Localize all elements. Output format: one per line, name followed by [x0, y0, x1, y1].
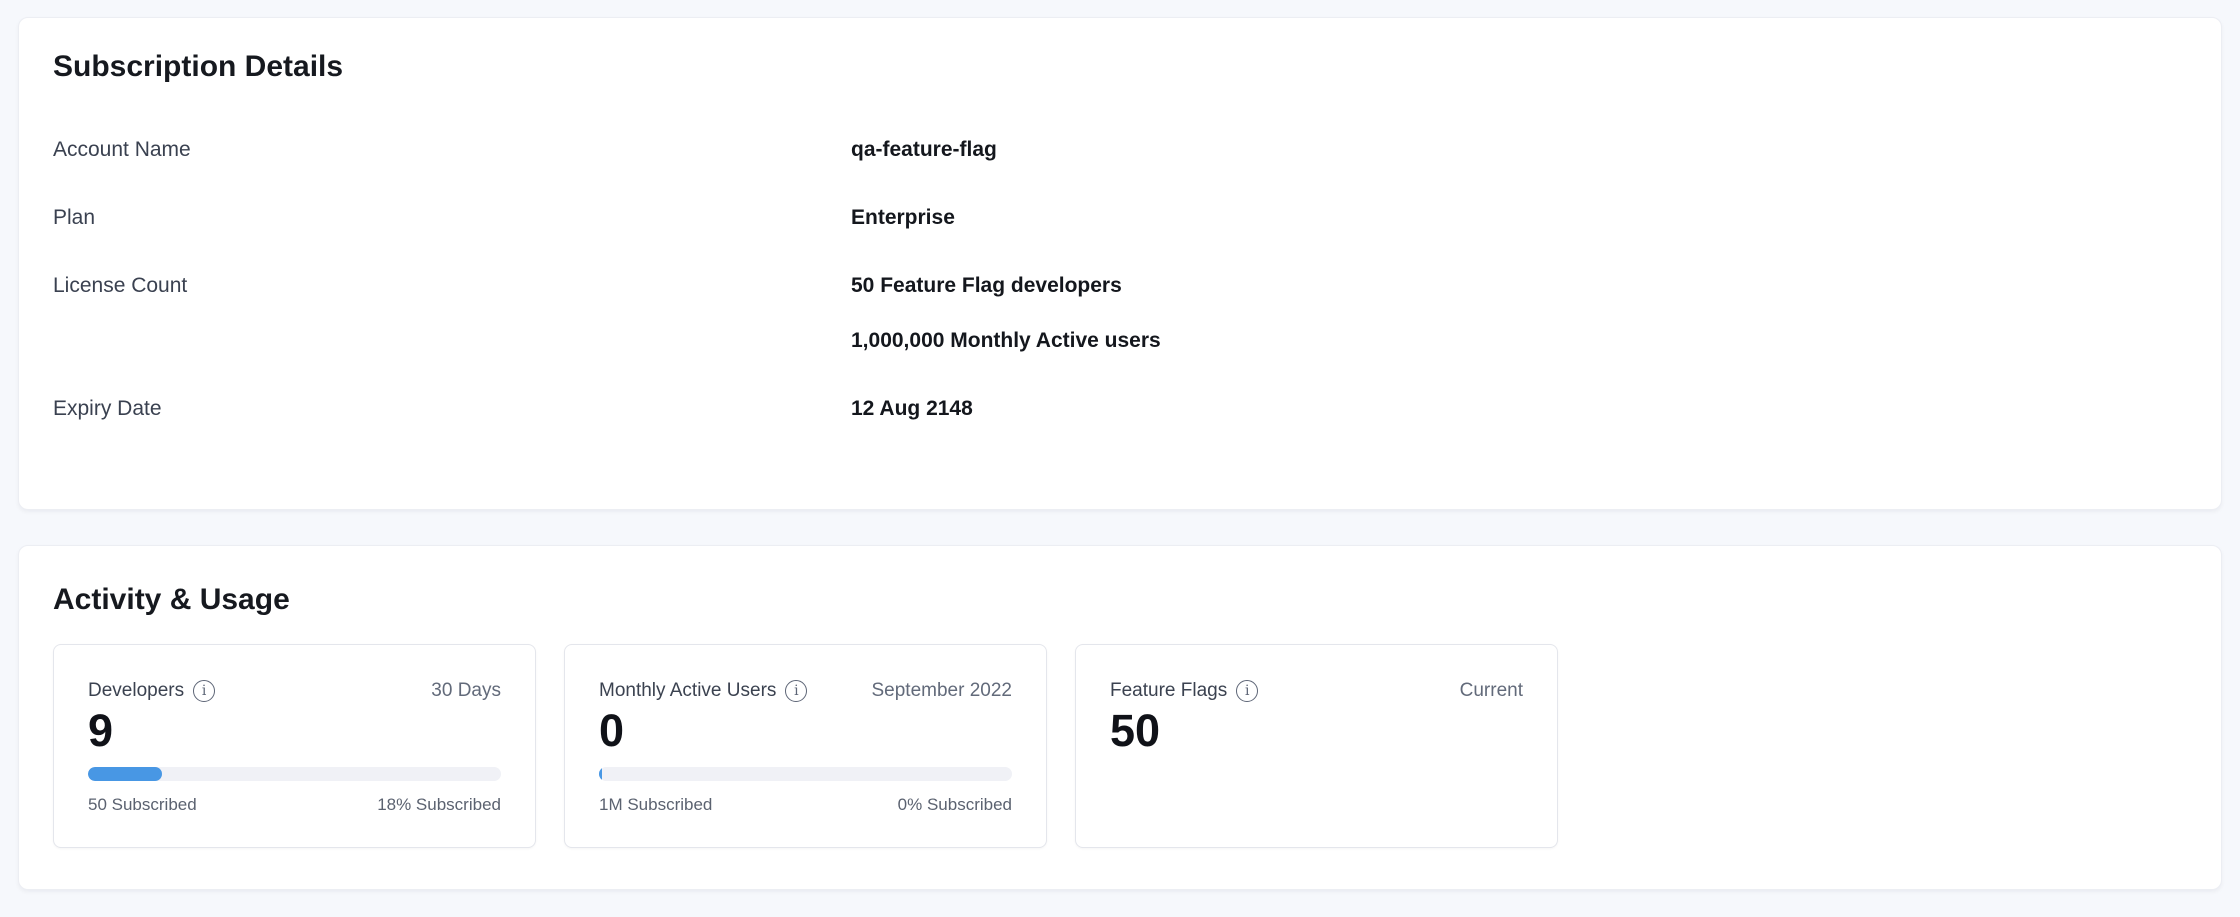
feature-flags-count: 50 [1110, 707, 1523, 755]
usage-cards-row: Developers i 30 Days 9 50 Subscribed 18%… [53, 644, 2187, 848]
subscription-page: Subscription Details Account Name qa-fea… [0, 17, 2240, 890]
account-name-label: Account Name [53, 139, 851, 161]
developers-card-header: Developers i 30 Days [88, 679, 501, 703]
plan-value: Enterprise [851, 207, 2187, 229]
developers-subscribed-count: 50 Subscribed [88, 795, 197, 815]
info-icon[interactable]: i [785, 680, 807, 702]
license-count-mau-value: 1,000,000 Monthly Active users [851, 330, 2187, 352]
developers-progress-track [88, 767, 501, 781]
feature-flags-label: Feature Flags [1110, 680, 1227, 702]
account-name-value: qa-feature-flag [851, 139, 2187, 161]
info-icon[interactable]: i [193, 680, 215, 702]
developers-card-title: Developers i [88, 680, 215, 702]
license-count-developers-value: 50 Feature Flag developers [851, 275, 2187, 297]
mau-subscribed-percent: 0% Subscribed [898, 795, 1012, 815]
feature-flags-period: Current [1460, 680, 1523, 702]
developers-count: 9 [88, 707, 501, 755]
mau-progress-track [599, 767, 1012, 781]
mau-card-footer: 1M Subscribed 0% Subscribed [599, 795, 1012, 815]
subscription-details-title: Subscription Details [53, 49, 2187, 85]
developers-subscribed-percent: 18% Subscribed [377, 795, 501, 815]
mau-progress-fill [599, 767, 602, 781]
expiry-date-row: Expiry Date 12 Aug 2148 [53, 398, 2187, 420]
plan-row: Plan Enterprise [53, 207, 2187, 229]
feature-flags-card-header: Feature Flags i Current [1110, 679, 1523, 703]
activity-usage-card: Activity & Usage Developers i 30 Days 9 … [18, 545, 2222, 890]
account-name-row: Account Name qa-feature-flag [53, 139, 2187, 161]
developers-usage-card: Developers i 30 Days 9 50 Subscribed 18%… [53, 644, 536, 848]
developers-progress-fill [88, 767, 162, 781]
subscription-details-card: Subscription Details Account Name qa-fea… [18, 17, 2222, 510]
mau-usage-card: Monthly Active Users i September 2022 0 … [564, 644, 1047, 848]
feature-flags-card-title: Feature Flags i [1110, 680, 1258, 702]
developers-card-footer: 50 Subscribed 18% Subscribed [88, 795, 501, 815]
mau-card-header: Monthly Active Users i September 2022 [599, 679, 1012, 703]
mau-count: 0 [599, 707, 1012, 755]
feature-flags-usage-card: Feature Flags i Current 50 [1075, 644, 1558, 848]
activity-usage-title: Activity & Usage [53, 582, 2187, 618]
plan-label: Plan [53, 207, 851, 229]
expiry-date-value: 12 Aug 2148 [851, 398, 2187, 420]
mau-subscribed-count: 1M Subscribed [599, 795, 712, 815]
mau-card-title: Monthly Active Users i [599, 680, 807, 702]
mau-label: Monthly Active Users [599, 680, 776, 702]
license-count-label: License Count [53, 275, 851, 297]
expiry-date-label: Expiry Date [53, 398, 851, 420]
mau-period: September 2022 [872, 680, 1013, 702]
license-count-row: License Count 50 Feature Flag developers… [53, 275, 2187, 352]
info-icon[interactable]: i [1236, 680, 1258, 702]
developers-period: 30 Days [431, 680, 501, 702]
developers-label: Developers [88, 680, 184, 702]
